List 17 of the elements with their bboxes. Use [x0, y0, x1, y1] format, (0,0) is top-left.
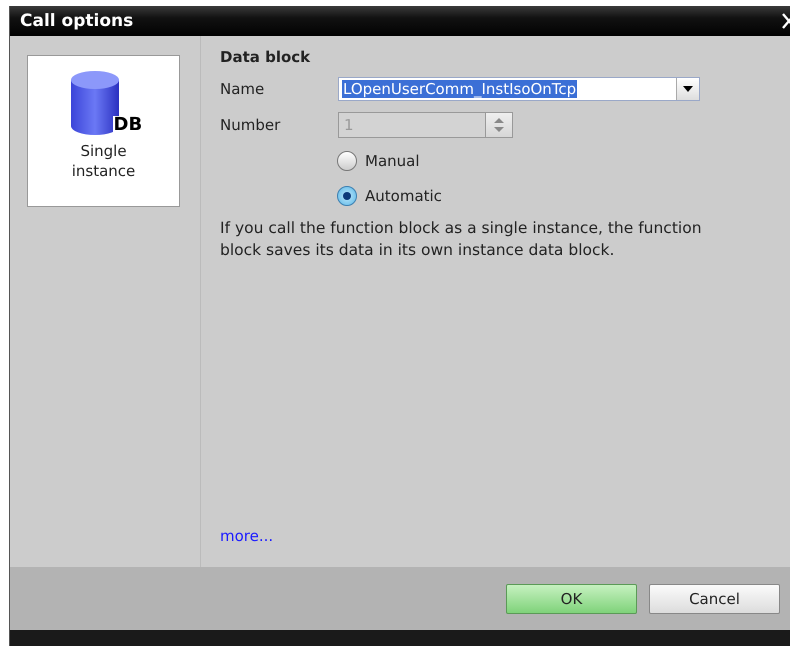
- window-title: Call options: [20, 11, 134, 31]
- dropdown-button[interactable]: [676, 78, 699, 100]
- card-label: Single instance: [70, 142, 136, 181]
- radio-option[interactable]: Automatic: [337, 183, 790, 209]
- spin-arrows-icon: [492, 115, 506, 135]
- ok-button[interactable]: OK: [506, 584, 637, 614]
- description-text: If you call the function block as a single instance, the function block saves its data in its own instance data block.: [220, 218, 703, 261]
- cancel-button[interactable]: Cancel: [649, 584, 780, 614]
- section-title: Data block: [220, 48, 312, 66]
- radio-option[interactable]: Manual: [337, 148, 790, 174]
- call-type-card[interactable]: DB Single instance: [27, 55, 180, 207]
- field-label: Name: [220, 80, 266, 98]
- field-label: Number: [220, 116, 282, 134]
- caret-icon: [683, 86, 693, 92]
- more-link[interactable]: more...: [220, 527, 274, 545]
- icon-label: DB: [112, 116, 144, 134]
- name-combobox[interactable]: LOpenUserComm_InstIsoOnTcp: [338, 77, 700, 101]
